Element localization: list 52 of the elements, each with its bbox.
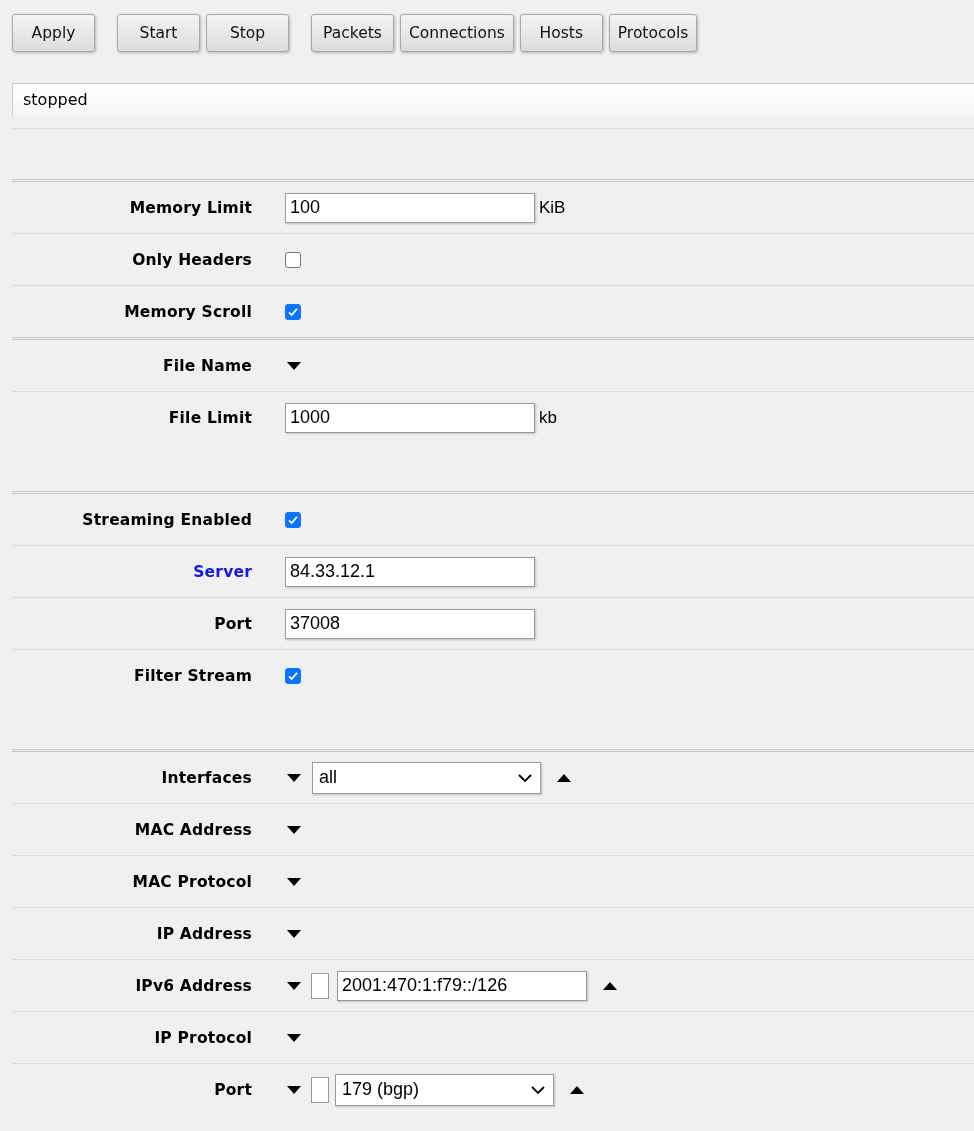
unit-label: kb: [539, 407, 557, 428]
field-label: IP Address: [155, 924, 252, 943]
expand-down-icon[interactable]: [287, 929, 301, 938]
chevron-down-icon: [518, 773, 532, 782]
toolbar-button[interactable]: Start: [117, 14, 200, 52]
field-label: IP Protocol: [153, 1028, 252, 1047]
field-label: MAC Address: [133, 820, 252, 839]
input-field[interactable]: 37008: [285, 608, 535, 639]
input-field[interactable]: 2001:470:1:f79::/126: [337, 970, 587, 1001]
toolbar-button[interactable]: Hosts: [519, 14, 603, 52]
field-label: Interfaces: [160, 768, 252, 787]
field-label: Port: [213, 1080, 252, 1099]
field-label: IPv6 Address: [134, 976, 252, 995]
field-label: Memory Limit: [128, 198, 252, 217]
collapse-up-icon[interactable]: [603, 981, 617, 990]
expand-down-icon[interactable]: [287, 1033, 301, 1042]
unit-label: KiB: [539, 197, 566, 218]
toolbar-button[interactable]: Packets: [311, 14, 394, 52]
field-label: File Limit: [167, 408, 252, 427]
input-field[interactable]: 100: [285, 192, 535, 223]
expand-down-icon[interactable]: [287, 825, 301, 834]
status-bar: stopped: [12, 83, 974, 116]
field-label: Memory Scroll: [123, 302, 252, 321]
input-field[interactable]: 84.33.12.1: [285, 556, 535, 587]
expand-down-icon[interactable]: [287, 773, 301, 782]
expand-down-icon[interactable]: [287, 877, 301, 886]
toolbar-button[interactable]: Protocols: [608, 14, 698, 52]
toolbar-button[interactable]: Stop: [206, 14, 289, 52]
checkbox[interactable]: [285, 303, 301, 320]
negate-toggle[interactable]: [311, 1076, 329, 1103]
toolbar-button[interactable]: Apply: [12, 14, 95, 52]
chevron-down-icon: [531, 1085, 545, 1094]
checkbox[interactable]: [285, 511, 301, 528]
expand-down-icon[interactable]: [287, 1085, 301, 1094]
field-label: Streaming Enabled: [81, 510, 252, 529]
input-field[interactable]: 1000: [285, 402, 535, 433]
field-link[interactable]: Server: [12, 562, 252, 581]
field-label: Filter Stream: [132, 666, 252, 685]
collapse-up-icon[interactable]: [570, 1085, 584, 1094]
dropdown[interactable]: 179 (bgp): [335, 1073, 554, 1106]
dropdown[interactable]: all: [312, 761, 541, 794]
field-label: Port: [213, 614, 252, 633]
checkbox[interactable]: [285, 251, 301, 268]
toolbar-button[interactable]: Connections: [400, 14, 514, 52]
checkbox[interactable]: [285, 667, 301, 684]
expand-down-icon[interactable]: [287, 361, 301, 370]
collapse-up-icon[interactable]: [557, 773, 571, 782]
field-label: Only Headers: [131, 250, 252, 269]
field-label: File Name: [161, 356, 252, 375]
negate-toggle[interactable]: [311, 972, 329, 999]
field-label: MAC Protocol: [131, 872, 252, 891]
expand-down-icon[interactable]: [287, 981, 301, 990]
